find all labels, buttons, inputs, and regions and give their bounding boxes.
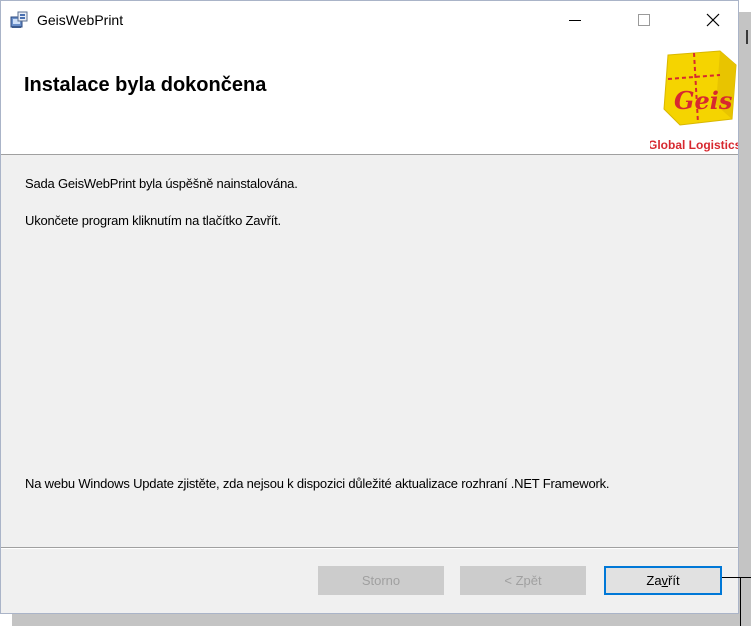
edge-mark bbox=[746, 30, 748, 44]
installer-app-icon bbox=[10, 11, 28, 28]
cancel-button[interactable]: Storno bbox=[318, 566, 444, 595]
logo-mark-text: Geis bbox=[674, 86, 733, 115]
maximize-icon bbox=[638, 14, 650, 26]
close-icon bbox=[706, 13, 720, 27]
callout-line bbox=[722, 577, 751, 578]
maximize-button[interactable] bbox=[621, 1, 667, 39]
install-success-text: Sada GeisWebPrint byla úspěšně nainstalo… bbox=[25, 176, 298, 191]
geis-logo: Geis Global Logistics bbox=[650, 50, 739, 152]
close-button[interactable]: Za v řít bbox=[604, 566, 722, 595]
footer-divider bbox=[1, 547, 738, 549]
windows-update-note: Na webu Windows Update zjistěte, zda nej… bbox=[25, 476, 610, 491]
installer-window: GeisWebPrint Instalace byla dokončena Ge… bbox=[0, 0, 739, 614]
close-button-label-end: řít bbox=[668, 573, 680, 588]
page-title: Instalace byla dokončena bbox=[24, 74, 267, 96]
close-button-label-start: Za bbox=[646, 573, 662, 588]
wizard-header: Instalace byla dokončena Geis Global Log… bbox=[1, 39, 738, 155]
close-window-button[interactable] bbox=[690, 1, 736, 39]
back-button[interactable]: < Zpět bbox=[460, 566, 586, 595]
logo-caption: Global Logistics bbox=[650, 138, 739, 152]
minimize-button[interactable] bbox=[552, 1, 598, 39]
exit-instruction-text: Ukončete program kliknutím na tlačítko Z… bbox=[25, 213, 281, 228]
callout-line-vertical bbox=[740, 577, 741, 626]
minimize-icon bbox=[569, 19, 581, 21]
title-bar[interactable]: GeisWebPrint bbox=[1, 1, 738, 39]
window-title: GeisWebPrint bbox=[37, 12, 124, 28]
